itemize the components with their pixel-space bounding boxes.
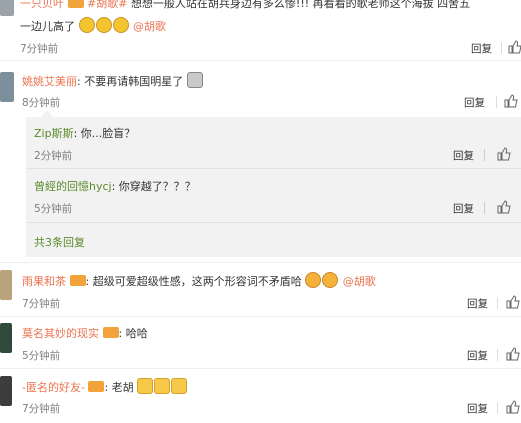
username[interactable]: 姚姚艾美丽	[22, 75, 77, 88]
more-replies-link[interactable]: 共3条回复	[34, 234, 85, 250]
reply-text: : 你穿越了？？？	[111, 180, 196, 193]
divider	[484, 149, 485, 161]
avatar[interactable]	[0, 376, 12, 406]
laugh-emoji-icon	[78, 17, 95, 33]
timestamp: 2分钟前	[34, 150, 73, 162]
vip-badge-icon	[102, 327, 119, 338]
divider	[497, 297, 498, 309]
thumbs-up-icon[interactable]	[504, 94, 518, 108]
laugh-emoji-icon	[112, 17, 129, 33]
comment-text: : 不要再请韩国明星了	[77, 75, 184, 88]
divider	[484, 202, 485, 214]
avatar[interactable]	[0, 323, 12, 353]
thumbs-up-icon[interactable]	[506, 295, 520, 309]
surprise-emoji-icon	[322, 272, 339, 288]
username[interactable]: Zip斯斯	[34, 127, 74, 140]
arrow-up-icon	[40, 110, 54, 118]
comment-text: : 哈哈	[118, 327, 148, 340]
comment-text: 想想一般人站在胡兵身边有多么惨!!! 再看看的歌老师这个海拔 四舍五	[130, 0, 471, 10]
divider	[501, 42, 502, 54]
username[interactable]: 雨果和茶	[22, 275, 66, 288]
reply-button[interactable]: 回复	[453, 148, 474, 163]
comment-text-line2: 一边儿高了	[20, 20, 75, 33]
comment-1: 一只贝叶 #胡歌# 想想一般人站在胡兵身边有多么惨!!! 再看看的歌老师这个海拔…	[0, 0, 521, 58]
avatar[interactable]	[0, 72, 14, 102]
cat-emoji-icon	[171, 378, 188, 394]
reply-button[interactable]: 回复	[467, 348, 488, 363]
vip-badge-icon	[88, 381, 105, 392]
thumbs-up-icon[interactable]	[506, 400, 520, 414]
doge-emoji-icon	[186, 72, 203, 88]
timestamp: 8分钟前	[22, 97, 61, 109]
reply-button[interactable]: 回复	[467, 296, 488, 311]
username[interactable]: 一只贝叶	[20, 0, 64, 10]
divider	[497, 402, 498, 414]
thumbs-up-icon[interactable]	[508, 40, 521, 54]
username[interactable]: -匿名的好友-	[22, 381, 85, 394]
avatar[interactable]	[0, 0, 14, 16]
username[interactable]: 莫名其妙的现实	[22, 327, 99, 340]
timestamp: 5分钟前	[22, 350, 61, 362]
reply-button[interactable]: 回复	[453, 201, 474, 216]
vip-badge-icon	[67, 0, 84, 8]
reply-text: : 你...脸盲？	[73, 127, 136, 140]
hashtag-link[interactable]: #胡歌#	[87, 0, 127, 10]
timestamp: 7分钟前	[22, 403, 61, 415]
comment-text: : 老胡	[104, 381, 134, 394]
mention-link[interactable]: @胡歌	[343, 275, 376, 288]
timestamp: 5分钟前	[34, 203, 73, 215]
divider	[496, 96, 497, 108]
reply-button[interactable]: 回复	[471, 41, 492, 56]
vip-badge-icon	[69, 275, 86, 286]
timestamp: 7分钟前	[22, 298, 61, 310]
timestamp: 7分钟前	[20, 43, 59, 55]
divider	[497, 349, 498, 361]
cat-emoji-icon	[154, 378, 171, 394]
thumbs-up-icon[interactable]	[497, 200, 511, 214]
reply-button[interactable]: 回复	[467, 401, 488, 416]
surprise-emoji-icon	[305, 272, 322, 288]
username[interactable]: 曾經的回憶hycj	[34, 180, 112, 193]
laugh-emoji-icon	[95, 17, 112, 33]
thumbs-up-icon[interactable]	[497, 147, 511, 161]
comment-text: : 超级可爱超级性感，这两个形容词不矛盾哈	[85, 275, 302, 288]
mention-link[interactable]: @胡歌	[133, 20, 166, 33]
cat-emoji-icon	[137, 378, 154, 394]
avatar[interactable]	[0, 270, 12, 300]
reply-button[interactable]: 回复	[464, 95, 485, 110]
thumbs-up-icon[interactable]	[506, 347, 520, 361]
